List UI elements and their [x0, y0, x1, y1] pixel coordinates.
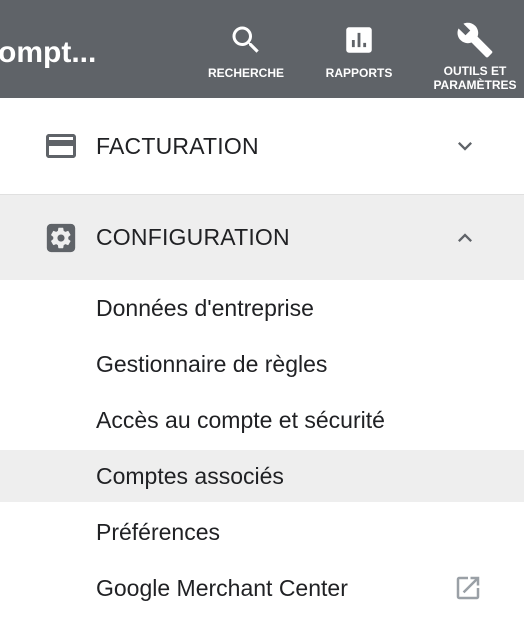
open-in-new-icon — [452, 572, 484, 604]
tools-settings-label-line1: OUTILS ET — [443, 64, 507, 78]
menu-item-rules-manager[interactable]: Gestionnaire de règles — [0, 338, 524, 390]
menu-item-label: Données d'entreprise — [96, 294, 314, 321]
section-billing-label: FACTURATION — [96, 132, 259, 159]
bar-chart-icon — [339, 20, 379, 60]
chevron-down-icon[interactable] — [450, 131, 480, 161]
search-tool-button[interactable]: RECHERCHE — [201, 0, 291, 98]
section-setup[interactable]: CONFIGURATION — [0, 195, 524, 280]
section-setup-label: CONFIGURATION — [96, 224, 290, 250]
menu-item-label: Préférences — [96, 518, 221, 545]
menu-item-preferences[interactable]: Préférences — [0, 506, 524, 558]
wrench-icon — [455, 20, 495, 60]
menu-item-label: Accès au compte et sécurité — [96, 406, 385, 433]
tools-settings-button[interactable]: OUTILS ET PARAMÈTRES — [425, 0, 524, 98]
menu-item-label: Google Merchant Center — [96, 574, 348, 601]
menu-item-business-data[interactable]: Données d'entreprise — [0, 282, 524, 334]
menu-item-label: Gestionnaire de règles — [96, 350, 328, 377]
reports-tool-button[interactable]: RAPPORTS — [314, 0, 404, 98]
account-name[interactable]: ompt... — [0, 36, 96, 70]
menu-item-label: Comptes associés — [96, 462, 284, 489]
gear-icon — [43, 220, 79, 256]
top-bar: ompt... RECHERCHE RAPPORTS OUTILS ET PAR… — [0, 0, 524, 98]
tools-settings-label: OUTILS ET PARAMÈTRES — [433, 64, 516, 92]
search-icon — [226, 20, 266, 60]
search-tool-label: RECHERCHE — [207, 66, 284, 80]
chevron-up-icon[interactable] — [450, 223, 480, 253]
tools-settings-label-line2: PARAMÈTRES — [433, 78, 517, 92]
section-billing[interactable]: FACTURATION — [0, 98, 524, 195]
credit-card-icon — [43, 128, 79, 164]
menu-item-merchant-center[interactable]: Google Merchant Center — [0, 562, 524, 614]
reports-tool-label: RAPPORTS — [325, 66, 393, 80]
menu-item-account-access[interactable]: Accès au compte et sécurité — [0, 394, 524, 446]
menu-item-linked-accounts[interactable]: Comptes associés — [0, 450, 524, 502]
